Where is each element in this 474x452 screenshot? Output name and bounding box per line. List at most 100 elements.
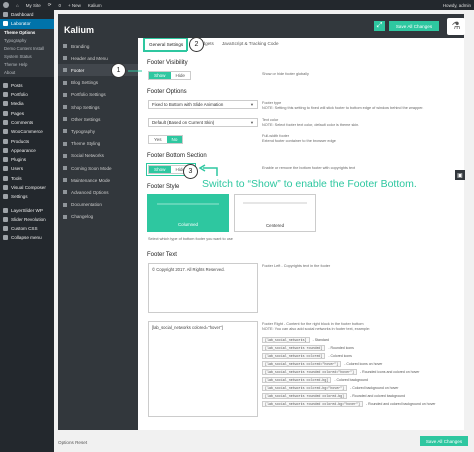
chevron-down-icon: ▼ [250, 102, 254, 107]
sidebar-item-custom-css[interactable]: Custom CSS [0, 224, 54, 233]
full-width-yes[interactable]: Yes [149, 136, 167, 143]
options-nav-maintenance-mode[interactable]: Maintenance Mode [58, 174, 138, 186]
sidebar-subitem-system-status[interactable]: System Status [0, 52, 54, 61]
callout-3: 3 [183, 164, 198, 179]
full-width-toggle[interactable]: Yes No [148, 135, 184, 144]
sidebar-item-products[interactable]: Products [0, 136, 54, 145]
sidebar-subitem-demo-content-install[interactable]: Demo Content Install [0, 44, 54, 53]
shortcode-code: [lab_social_networks colored-bg] [262, 377, 332, 383]
footer-visibility-toggle[interactable]: Show Hide [148, 71, 191, 80]
options-nav-label: Portfolio Settings [71, 92, 106, 98]
menu-icon [3, 185, 8, 190]
sidebar-item-collapse-menu[interactable]: Collapse menu [0, 233, 54, 242]
site-title-link[interactable]: Kalium [88, 3, 102, 8]
options-nav-footer[interactable]: Footer [58, 64, 138, 77]
footer-style-columned[interactable]: Columned [147, 194, 229, 232]
admin-bar: ⌂ My Site ⟳ 0 + New Kalium Howdy, admin [0, 0, 474, 10]
sidebar-item-slider-revolution[interactable]: Slider Revolution [0, 215, 54, 224]
sidebar-item-label: Products [11, 138, 30, 144]
shortcode-code: [lab_social_networks colored] [262, 353, 326, 359]
nav-icon [63, 105, 67, 109]
options-nav-blog-settings[interactable]: Blog Settings [58, 77, 138, 89]
sidebar-subitem-typography[interactable]: Typography [0, 36, 54, 45]
options-nav-changelog[interactable]: Changelog [58, 211, 138, 223]
save-all-bottom-button[interactable]: Save All Changes [420, 436, 468, 446]
options-nav-coming-soon-mode[interactable]: Coming Soon Mode [58, 162, 138, 174]
options-nav-label: Typography [71, 128, 96, 134]
sidebar-item-comments[interactable]: Comments [0, 118, 54, 127]
wordpress-logo-icon[interactable] [3, 2, 9, 8]
footer-visibility-hint: Show or hide footer globally [262, 72, 309, 76]
sidebar-item-portfolio[interactable]: Portfolio [0, 90, 54, 99]
sidebar-subitem-theme-options[interactable]: Theme Options [0, 28, 54, 37]
options-nav-social-networks[interactable]: Social Networks [58, 150, 138, 162]
updates-count[interactable]: 0 [59, 3, 62, 8]
callout-1: 1 [111, 63, 126, 78]
footer-visibility-hide[interactable]: Hide [170, 72, 190, 79]
shortcode-row: [lab_social_networks] - Standard [262, 336, 435, 344]
options-nav-portfolio-settings[interactable]: Portfolio Settings [58, 89, 138, 101]
sidebar-item-users[interactable]: Users [0, 164, 54, 173]
options-nav-documentation[interactable]: Documentation [58, 199, 138, 211]
sidebar-subitem-about[interactable]: About [0, 68, 54, 77]
options-nav-label: Other Settings [71, 116, 101, 122]
menu-icon [3, 138, 8, 144]
footer-right-hint: Footer Right - Content for the right blo… [262, 322, 370, 332]
shortcode-desc: - Colored background [334, 378, 368, 382]
footer-color-hint: Text color NOTE: Select footer text colo… [262, 118, 359, 128]
footer-bottom-title: Footer Bottom Section [147, 153, 207, 159]
greeting[interactable]: Howdy, admin [443, 3, 471, 8]
options-nav-other-settings[interactable]: Other Settings [58, 113, 138, 125]
shortcode-row: [lab_social_networks rounded colored-bg=… [262, 400, 435, 408]
footer-color-hint-text: NOTE: Select footer text color, default … [262, 122, 360, 127]
full-width-no[interactable]: No [166, 136, 183, 143]
sidebar-item-media[interactable]: Media [0, 99, 54, 108]
footer-text-title: Footer Text [147, 252, 177, 258]
sidebar-item-layerslider-wp[interactable]: LayerSlider WP [0, 205, 54, 214]
options-reset-link[interactable]: Options Reset [58, 440, 87, 445]
sidebar-item-visual-composer[interactable]: Visual Composer [0, 183, 54, 192]
screen-options-icon[interactable]: ▣ [455, 170, 465, 180]
sidebar-item-appearance[interactable]: Appearance [0, 146, 54, 155]
options-nav-label: Theme Styling [71, 141, 101, 147]
style-preview [157, 203, 219, 205]
sidebar-item-pages[interactable]: Pages [0, 108, 54, 117]
nav-icon [63, 141, 67, 146]
options-nav-branding[interactable]: Branding [58, 40, 138, 52]
sidebar-item-woocommerce[interactable]: WooCommerce [0, 127, 54, 136]
footer-visibility-show[interactable]: Show [149, 72, 171, 79]
footer-text-color-select[interactable]: Default (Based on Current Skin) ▼ [148, 118, 258, 127]
options-nav-theme-styling[interactable]: Theme Styling [58, 138, 138, 150]
shortcode-desc: - Colored background on hover [350, 386, 399, 390]
shortcode-desc: - Standard [312, 338, 329, 342]
save-all-button[interactable]: Save All Changes [389, 21, 439, 31]
expand-button[interactable]: ⤢ [374, 21, 385, 31]
menu-icon [3, 194, 8, 200]
options-nav-label: Maintenance Mode [71, 177, 111, 183]
footer-left-textarea[interactable]: © Copyright 2017. All Rights Reserved. [148, 263, 258, 313]
options-nav-header-and-menu[interactable]: Header and Menu [58, 52, 138, 64]
options-nav-advanced-options[interactable]: Advanced Options [58, 186, 138, 198]
footer-type-select[interactable]: Fixed to Bottom with Slide Animation ▼ [148, 100, 258, 109]
options-nav-label: Branding [71, 43, 90, 49]
sidebar-subitem-theme-help[interactable]: Theme Help [0, 60, 54, 69]
options-nav-shop-settings[interactable]: Shop Settings [58, 101, 138, 113]
sidebar-item-label: Custom CSS [11, 226, 38, 232]
options-nav: Branding Header and Menu Footer Blog Settin… [58, 38, 138, 430]
menu-icon [3, 166, 8, 172]
site-link[interactable]: My Site [26, 3, 41, 8]
sidebar-item-laborator[interactable]: Laborator [0, 19, 54, 29]
sidebar-item-settings[interactable]: Settings [0, 192, 54, 201]
tab-javascript-tracking[interactable]: JavaScript & Tracking Code [218, 38, 283, 51]
sidebar-item-tools[interactable]: Tools [0, 174, 54, 183]
footer-right-textarea[interactable]: [lab_social_networks colored="hover"] [148, 321, 258, 417]
footer-style-centered[interactable]: Centered [234, 194, 316, 232]
sidebar-item-posts[interactable]: Posts [0, 81, 54, 90]
menu-icon [3, 175, 8, 181]
shortcode-row: [lab_social_networks colored-bg="hover"]… [262, 384, 435, 392]
new-link[interactable]: + New [68, 3, 81, 8]
footer-type-value: Fixed to Bottom with Slide Animation [152, 102, 224, 107]
sidebar-item-dashboard[interactable]: Dashboard [0, 10, 54, 19]
sidebar-item-plugins[interactable]: Plugins [0, 155, 54, 164]
options-nav-typography[interactable]: Typography [58, 125, 138, 137]
